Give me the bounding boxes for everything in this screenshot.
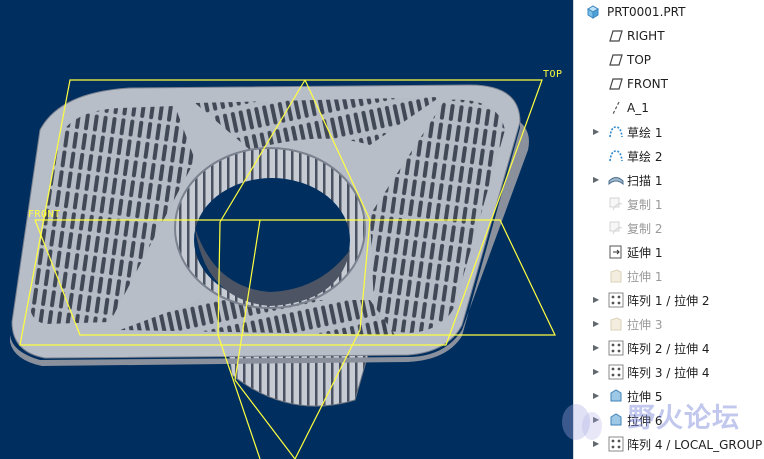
expand-arrow-icon[interactable]: ▶ bbox=[593, 320, 601, 328]
tree-item[interactable]: ▶ 阵列 3 / 拉伸 4 bbox=[574, 360, 764, 384]
part-icon bbox=[587, 5, 599, 19]
tree-item[interactable]: FRONT bbox=[574, 72, 764, 96]
tree-item-label: 草绘 1 bbox=[627, 125, 663, 140]
tree-item[interactable]: TOP bbox=[574, 48, 764, 72]
tree-item-label: 扫描 1 bbox=[627, 173, 663, 188]
pattern-icon bbox=[608, 364, 624, 380]
tree-item-label: 阵列 3 / 拉伸 4 bbox=[627, 365, 710, 380]
datum-axis-icon bbox=[608, 100, 624, 116]
tree-item[interactable]: 草绘 2 bbox=[574, 144, 764, 168]
tree-item-label: TOP bbox=[627, 53, 652, 67]
copy-icon bbox=[608, 220, 624, 236]
tree-item-label: 拉伸 1 bbox=[627, 269, 663, 284]
graphics-viewport[interactable]: TOP FRONT bbox=[0, 0, 573, 459]
pattern-icon bbox=[608, 340, 624, 356]
datum-plane-icon bbox=[608, 28, 624, 44]
copy-icon bbox=[608, 196, 624, 212]
tree-root-label: PRT0001.PRT bbox=[607, 5, 686, 19]
tree-item-label: 复制 2 bbox=[627, 221, 663, 236]
tree-item[interactable]: RIGHT bbox=[574, 24, 764, 48]
top-plane-label: TOP bbox=[543, 69, 563, 80]
datum-plane-icon bbox=[608, 52, 624, 68]
tree-item-label: 阵列 2 / 拉伸 4 bbox=[627, 341, 710, 356]
expand-arrow-icon[interactable]: ▶ bbox=[593, 368, 601, 376]
tree-item-label: 拉伸 3 bbox=[627, 317, 663, 332]
sweep-icon bbox=[608, 172, 624, 188]
tree-item[interactable]: 拉伸 1 bbox=[574, 264, 764, 288]
extend-icon bbox=[608, 244, 624, 260]
tree-item-label: A_1 bbox=[627, 101, 649, 115]
tree-item[interactable]: ▶ 草绘 1 bbox=[574, 120, 764, 144]
extrude-icon bbox=[608, 316, 624, 332]
expand-arrow-icon[interactable]: ▶ bbox=[593, 128, 601, 136]
tree-root[interactable]: PRT0001.PRT bbox=[574, 0, 764, 24]
tree-item-label: 延伸 1 bbox=[627, 245, 663, 260]
expand-arrow-icon[interactable]: ▶ bbox=[593, 344, 601, 352]
sketch-icon bbox=[608, 148, 624, 164]
datum-plane-icon bbox=[608, 76, 624, 92]
tree-item[interactable]: A_1 bbox=[574, 96, 764, 120]
front-plane-label: FRONT bbox=[28, 209, 61, 220]
expand-arrow-icon[interactable]: ▶ bbox=[593, 296, 601, 304]
tree-item-label: 复制 1 bbox=[627, 197, 663, 212]
extrude-icon bbox=[608, 268, 624, 284]
tree-item-label: 草绘 2 bbox=[627, 149, 663, 164]
tree-item[interactable]: 延伸 1 bbox=[574, 240, 764, 264]
pattern-icon bbox=[608, 292, 624, 308]
tree-item[interactable]: ▶ 扫描 1 bbox=[574, 168, 764, 192]
model-tree[interactable]: PRT0001.PRT RIGHT TOP FRONT A_1 ▶ 草绘 1 草绘 2 ▶ 扫描… bbox=[573, 0, 764, 459]
tree-item[interactable]: ▶ 阵列 1 / 拉伸 2 bbox=[574, 288, 764, 312]
tree-item[interactable]: ▶ 阵列 2 / 拉伸 4 bbox=[574, 336, 764, 360]
tree-item[interactable]: ▶ 拉伸 3 bbox=[574, 312, 764, 336]
tree-item-label: 阵列 1 / 拉伸 2 bbox=[627, 293, 710, 308]
sketch-icon bbox=[608, 124, 624, 140]
model-render bbox=[10, 79, 556, 459]
tree-item[interactable]: 复制 1 bbox=[574, 192, 764, 216]
expand-arrow-icon[interactable]: ▶ bbox=[593, 176, 601, 184]
watermark-text: 野火论坛 bbox=[628, 403, 740, 434]
tree-item-label: FRONT bbox=[627, 77, 668, 91]
tree-item[interactable]: 复制 2 bbox=[574, 216, 764, 240]
tree-item-label: RIGHT bbox=[627, 29, 665, 43]
